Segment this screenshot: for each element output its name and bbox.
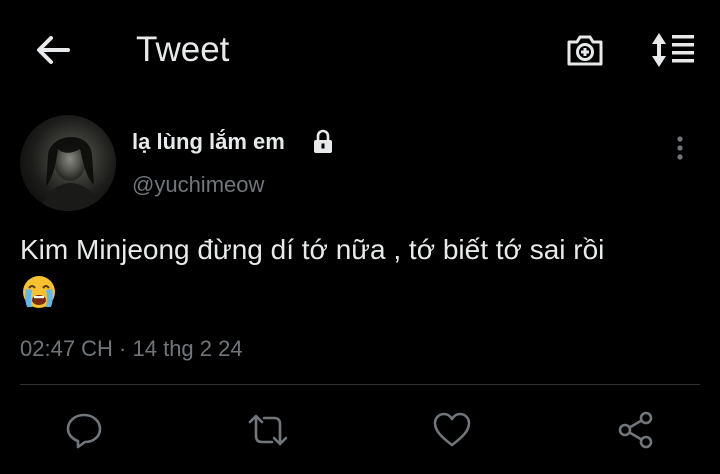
heart-icon bbox=[433, 412, 471, 447]
back-button[interactable] bbox=[30, 30, 74, 70]
share-icon bbox=[618, 411, 653, 449]
reply-button[interactable] bbox=[62, 408, 106, 452]
retweet-icon bbox=[248, 414, 288, 446]
divider bbox=[20, 384, 700, 385]
action-bar bbox=[0, 408, 720, 454]
tweet-body: Kim Minjeong đừng dí tớ nữa , tớ biết tớ… bbox=[20, 230, 710, 311]
more-options-button[interactable] bbox=[664, 132, 696, 164]
loudly-crying-face-icon bbox=[23, 275, 55, 308]
tweet-timestamp: 02:47 CH · 14 thg 2 24 bbox=[20, 336, 243, 361]
avatar-photo bbox=[40, 136, 102, 211]
author-display-name[interactable]: lạ lùng lắm em bbox=[132, 128, 285, 156]
like-button[interactable] bbox=[430, 408, 474, 452]
reply-bubble-icon bbox=[66, 413, 102, 449]
camera-plus-icon bbox=[567, 35, 603, 66]
arrow-left-icon bbox=[37, 36, 70, 64]
sort-lines-icon bbox=[652, 33, 694, 67]
more-vertical-icon bbox=[677, 136, 683, 160]
author-handle[interactable]: @yuchimeow bbox=[132, 171, 264, 199]
avatar[interactable] bbox=[20, 115, 116, 211]
top-app-bar: Tweet bbox=[0, 0, 720, 100]
page-title: Tweet bbox=[136, 30, 230, 69]
camera-button[interactable] bbox=[562, 28, 608, 72]
lock-icon bbox=[314, 129, 332, 153]
retweet-button[interactable] bbox=[246, 408, 290, 452]
sort-button[interactable] bbox=[648, 28, 700, 72]
tweet-text: Kim Minjeong đừng dí tớ nữa , tớ biết tớ… bbox=[20, 234, 605, 265]
share-button[interactable] bbox=[614, 408, 658, 452]
